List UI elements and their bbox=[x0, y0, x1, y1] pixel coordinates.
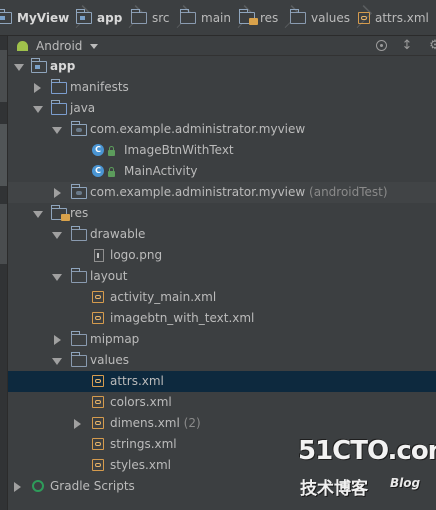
breadcrumb-item-attrs[interactable]: attrs.xml bbox=[358, 0, 429, 35]
captures-tab[interactable] bbox=[0, 50, 7, 102]
expand-arrow-icon[interactable] bbox=[33, 106, 43, 113]
tree-item-mipmap[interactable]: mipmap bbox=[8, 329, 436, 350]
tree-item-layout[interactable]: layout bbox=[8, 266, 436, 287]
expand-arrow-icon[interactable] bbox=[52, 358, 62, 365]
breadcrumb: MyView app src main res values attrs.xml bbox=[0, 0, 436, 36]
tool-window-strip bbox=[0, 36, 8, 510]
resource-folder-icon bbox=[239, 9, 258, 25]
chevron-down-icon bbox=[90, 43, 99, 49]
android-icon bbox=[16, 41, 29, 51]
view-mode-dropdown[interactable]: Android bbox=[16, 36, 99, 56]
tree-item-package-test[interactable]: com.example.administrator.myview (androi… bbox=[8, 182, 436, 203]
resource-folder-icon bbox=[51, 205, 70, 221]
tree-item-file[interactable]: colors.xml bbox=[8, 392, 436, 413]
package-icon bbox=[71, 184, 87, 199]
lock-icon bbox=[108, 167, 115, 177]
module-folder-icon bbox=[76, 9, 92, 24]
tree-item-class[interactable]: C ImageBtnWithText bbox=[8, 140, 436, 161]
xml-file-icon bbox=[92, 459, 104, 471]
folder-icon bbox=[71, 226, 87, 241]
tree-item-drawable[interactable]: drawable bbox=[8, 224, 436, 245]
tree-item-file[interactable]: activity_main.xml bbox=[8, 287, 436, 308]
expand-arrow-icon[interactable] bbox=[54, 335, 61, 345]
folder-icon bbox=[71, 268, 87, 283]
folder-icon bbox=[180, 9, 196, 24]
tree-item-res[interactable]: res bbox=[8, 203, 436, 224]
tree-item-package[interactable]: com.example.administrator.myview bbox=[8, 119, 436, 140]
folder-icon bbox=[71, 352, 87, 367]
breadcrumb-item-src[interactable]: src bbox=[131, 0, 184, 35]
expand-arrow-icon[interactable] bbox=[14, 482, 21, 492]
expand-arrow-icon[interactable] bbox=[54, 188, 61, 198]
lock-icon bbox=[108, 146, 115, 156]
expand-arrow-icon[interactable] bbox=[33, 211, 43, 218]
folder-icon bbox=[51, 79, 67, 94]
xml-file-icon bbox=[92, 438, 104, 450]
folder-icon bbox=[290, 9, 306, 24]
tree-item-app[interactable]: app bbox=[8, 56, 436, 77]
tree-item-file[interactable]: logo.png bbox=[8, 245, 436, 266]
folder-icon bbox=[51, 100, 67, 115]
expand-arrow-icon[interactable] bbox=[52, 274, 62, 281]
xml-file-icon bbox=[92, 417, 104, 429]
xml-file-icon bbox=[92, 375, 104, 387]
breadcrumb-item-app[interactable]: app bbox=[76, 0, 136, 35]
class-icon: C bbox=[92, 144, 104, 156]
package-icon bbox=[71, 121, 87, 136]
image-file-icon bbox=[94, 249, 104, 262]
class-icon: C bbox=[92, 165, 104, 177]
gradle-icon bbox=[32, 480, 44, 492]
xml-file-icon bbox=[358, 12, 370, 24]
expand-arrow-icon[interactable] bbox=[74, 419, 81, 429]
tree-item-file-selected[interactable]: attrs.xml bbox=[8, 371, 436, 392]
expand-arrow-icon[interactable] bbox=[14, 64, 24, 71]
module-folder-icon bbox=[0, 9, 12, 24]
collapse-all-icon[interactable]: ↕ bbox=[400, 39, 414, 53]
folder-icon bbox=[131, 9, 147, 24]
module-folder-icon bbox=[31, 58, 47, 73]
xml-file-icon bbox=[92, 291, 104, 303]
scroll-from-source-icon[interactable] bbox=[376, 40, 387, 51]
tree-item-class[interactable]: C MainActivity bbox=[8, 161, 436, 182]
expand-arrow-icon[interactable] bbox=[52, 232, 62, 239]
tree-item-file[interactable]: imagebtn_with_text.xml bbox=[8, 308, 436, 329]
xml-file-icon bbox=[92, 312, 104, 324]
folder-icon bbox=[71, 331, 87, 346]
project-toolbar: Android ↕ ⚙ bbox=[8, 36, 436, 56]
expand-arrow-icon[interactable] bbox=[52, 127, 62, 134]
breadcrumb-item-myview[interactable]: MyView bbox=[0, 0, 83, 35]
tree-item-file-group[interactable]: dimens.xml (2) bbox=[8, 413, 436, 434]
project-tab[interactable] bbox=[0, 124, 7, 186]
breadcrumb-item-values[interactable]: values bbox=[290, 0, 364, 35]
gear-icon[interactable]: ⚙ bbox=[428, 39, 436, 53]
expand-arrow-icon[interactable] bbox=[34, 83, 41, 93]
tree-item-java[interactable]: java bbox=[8, 98, 436, 119]
tree-item-manifests[interactable]: manifests bbox=[8, 77, 436, 98]
watermark-logo: 51CTO.com 技术博客 Blog bbox=[298, 436, 436, 499]
structure-tab[interactable] bbox=[0, 204, 7, 264]
xml-file-icon bbox=[92, 396, 104, 408]
breadcrumb-item-res[interactable]: res bbox=[239, 0, 292, 35]
breadcrumb-item-main[interactable]: main bbox=[180, 0, 245, 35]
tree-item-values[interactable]: values bbox=[8, 350, 436, 371]
